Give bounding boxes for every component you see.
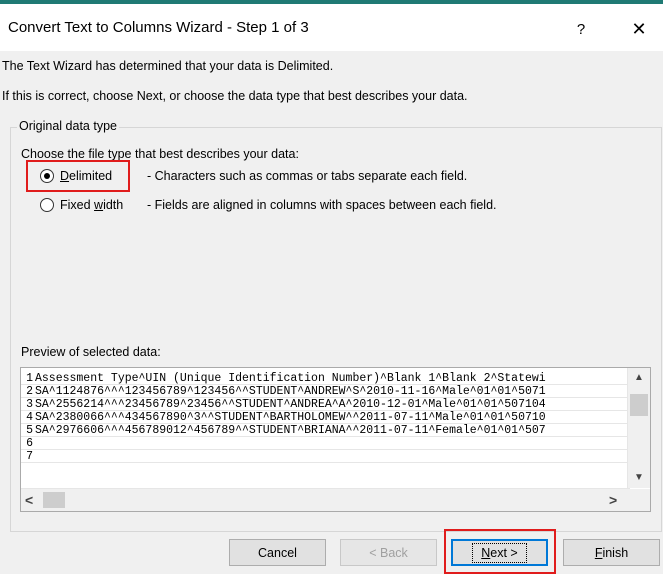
intro-detected-text: The Text Wizard has determined that your… xyxy=(2,59,334,73)
line-number: 5 xyxy=(26,424,33,437)
line-number: 4 xyxy=(26,411,33,424)
preview-lines: 1 Assessment Type^UIN (Unique Identificat… xyxy=(21,372,628,463)
file-type-prompt: Choose the file type that best describes… xyxy=(21,147,299,161)
preview-line: 3 SA^2556214^^^23456789^23456^^STUDENT^AN… xyxy=(21,398,628,411)
line-text: SA^1124876^^^123456789^123456^^STUDENT^A… xyxy=(35,385,546,398)
horizontal-scroll-thumb[interactable] xyxy=(43,492,65,508)
vertical-scroll-thumb[interactable] xyxy=(630,394,648,416)
line-number: 1 xyxy=(26,372,33,385)
preview-line: 7 xyxy=(21,450,628,463)
window-title: Convert Text to Columns Wizard - Step 1 … xyxy=(8,19,309,36)
chevron-right-icon[interactable]: > xyxy=(609,492,617,508)
preview-line: 1 Assessment Type^UIN (Unique Identificat… xyxy=(21,372,628,385)
highlight-next xyxy=(444,529,556,574)
line-number: 7 xyxy=(26,450,33,463)
cancel-button[interactable]: Cancel xyxy=(229,539,326,566)
line-number: 6 xyxy=(26,437,33,450)
fixed-width-description: - Fields are aligned in columns with spa… xyxy=(147,198,497,212)
preview-line: 6 xyxy=(21,437,628,450)
line-text: SA^2976606^^^456789012^456789^^STUDENT^B… xyxy=(35,424,546,437)
finish-button-label: Finish xyxy=(594,545,629,560)
chevron-up-icon[interactable]: ▲ xyxy=(628,372,650,383)
help-button[interactable]: ? xyxy=(566,14,596,44)
back-button[interactable]: < Back xyxy=(340,539,437,566)
line-number: 3 xyxy=(26,398,33,411)
title-bar: Convert Text to Columns Wizard - Step 1 … xyxy=(0,4,663,51)
preview-label: Preview of selected data: xyxy=(21,345,161,359)
highlight-delimited xyxy=(26,160,130,192)
close-button[interactable]: ✕ xyxy=(624,14,654,44)
finish-button[interactable]: Finish xyxy=(563,539,660,566)
line-number: 2 xyxy=(26,385,33,398)
scrollbar-corner xyxy=(628,489,650,511)
delimited-description: - Characters such as commas or tabs sepa… xyxy=(147,169,468,183)
horizontal-scrollbar[interactable]: < > xyxy=(21,488,630,511)
data-preview-pane[interactable]: 1 Assessment Type^UIN (Unique Identificat… xyxy=(20,367,651,512)
preview-line: 4 SA^2380066^^^434567890^3^^STUDENT^BARTH… xyxy=(21,411,628,424)
radio-button-fixed-width[interactable] xyxy=(40,198,54,212)
preview-line: 5 SA^2976606^^^456789012^456789^^STUDENT^… xyxy=(21,424,628,437)
line-text: SA^2380066^^^434567890^3^^STUDENT^BARTHO… xyxy=(35,411,546,424)
group-label: Original data type xyxy=(17,119,119,133)
intro-instruction-text: If this is correct, choose Next, or choo… xyxy=(2,89,468,103)
chevron-left-icon[interactable]: < xyxy=(25,492,33,508)
radio-label-fixed-width[interactable]: Fixed width xyxy=(60,198,147,212)
vertical-scrollbar[interactable]: ▲ ▼ xyxy=(627,368,650,488)
line-text: SA^2556214^^^23456789^23456^^STUDENT^AND… xyxy=(35,398,546,411)
line-text: Assessment Type^UIN (Unique Identificati… xyxy=(35,372,546,385)
radio-fixed-width[interactable]: Fixed width - Fields are aligned in colu… xyxy=(40,195,497,215)
preview-line: 2 SA^1124876^^^123456789^123456^^STUDENT^… xyxy=(21,385,628,398)
chevron-down-icon[interactable]: ▼ xyxy=(628,472,650,483)
